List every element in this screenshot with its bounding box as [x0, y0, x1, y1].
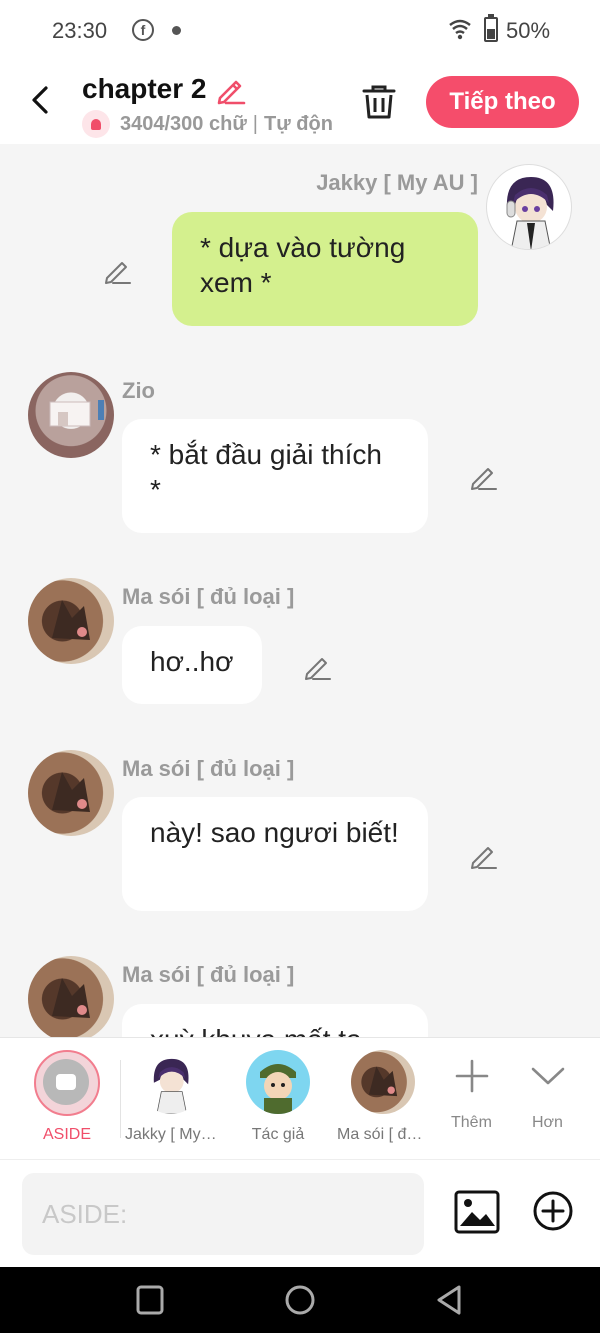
home-icon[interactable]: [284, 1284, 316, 1316]
battery-icon: [484, 14, 498, 42]
system-navigation-bar: [0, 1267, 600, 1333]
message-bubble[interactable]: xuỳ khuya mất ta: [122, 1004, 428, 1037]
message-bubble[interactable]: này! sao ngươi biết!: [122, 797, 428, 911]
facebook-notification-icon: f: [132, 19, 154, 41]
chapter-title[interactable]: chapter 2: [82, 73, 207, 105]
message-bubble[interactable]: * dựa vào tường xem *: [172, 212, 478, 326]
message-bubble[interactable]: * bắt đầu giải thích *: [122, 419, 428, 533]
message-input[interactable]: [22, 1173, 424, 1255]
meta-separator: |: [252, 112, 258, 135]
bell-icon: [82, 110, 110, 138]
wifi-icon: [449, 19, 471, 40]
message-sender: Jakky [ My AU ]: [316, 170, 478, 195]
input-bar: [0, 1159, 600, 1267]
avatar: [246, 1050, 310, 1114]
edit-pencil-icon[interactable]: [468, 462, 498, 492]
character-label: ASIDE: [42, 1126, 91, 1143]
chevron-down-icon: [531, 1067, 565, 1085]
autosave-status: Tự động lưu: [264, 112, 332, 135]
edit-pencil-icon[interactable]: [102, 256, 132, 286]
word-count: 3404/300 chữ: [120, 112, 247, 135]
image-icon[interactable]: [454, 1190, 500, 1234]
edit-pencil-icon[interactable]: [302, 652, 332, 682]
avatar[interactable]: [28, 750, 114, 836]
edit-pencil-icon[interactable]: [468, 841, 498, 871]
chat-area: Jakky [ My AU ] * dựa vào tường xem * Zi…: [0, 144, 600, 1037]
message-sender: Ma sói [ đủ loại ]: [122, 584, 295, 609]
message-sender: Zio: [122, 378, 155, 403]
story-chat-editor: 23:30 f 50% chapter 2 3404/300 chữ | Tự …: [0, 0, 600, 1333]
message-sender: Ma sói [ đủ loại ]: [122, 756, 295, 781]
message-sender: Ma sói [ đủ loại ]: [122, 962, 295, 987]
aside-icon: [34, 1050, 100, 1116]
back-arrow-icon[interactable]: [26, 82, 56, 118]
back-nav-icon[interactable]: [434, 1284, 464, 1316]
avatar: [139, 1050, 203, 1114]
trash-icon[interactable]: [360, 82, 398, 122]
add-circle-icon[interactable]: [532, 1190, 574, 1232]
avatar[interactable]: [28, 578, 114, 664]
edit-title-pencil-icon[interactable]: [214, 74, 246, 106]
character-label: Jakky [ My AU ]: [125, 1126, 221, 1143]
character-selector: ASIDE Jakky [ My AU ]: [0, 1037, 600, 1159]
character-label: Tác giả: [251, 1126, 305, 1143]
character-label: Ma sói [ đủ loại ]: [337, 1126, 433, 1143]
header: chapter 2 3404/300 chữ | Tự động lưu Tiế…: [0, 60, 600, 144]
avatar[interactable]: [28, 372, 114, 458]
status-bar: 23:30 f 50%: [0, 0, 600, 60]
battery-percent: 50%: [506, 18, 551, 43]
character-jakky[interactable]: Jakky [ My AU ]: [121, 1038, 221, 1160]
character-author[interactable]: Tác giả: [228, 1038, 328, 1160]
avatar[interactable]: [28, 956, 114, 1037]
character-masoi[interactable]: Ma sói [ đủ loại ]: [333, 1038, 433, 1160]
next-button[interactable]: Tiếp theo: [426, 76, 579, 128]
character-aside[interactable]: ASIDE: [17, 1038, 117, 1160]
message-bubble[interactable]: hơ..hơ: [122, 626, 262, 704]
chapter-meta: 3404/300 chữ | Tự động lưu: [82, 110, 332, 138]
plus-icon: [455, 1059, 489, 1093]
avatar[interactable]: [486, 164, 572, 250]
recents-icon[interactable]: [135, 1284, 165, 1316]
more-label: Hơn: [532, 1114, 563, 1131]
add-label: Thêm: [451, 1114, 492, 1131]
notification-dot-icon: [172, 26, 181, 35]
avatar: [351, 1050, 415, 1114]
status-time: 23:30: [52, 18, 108, 43]
